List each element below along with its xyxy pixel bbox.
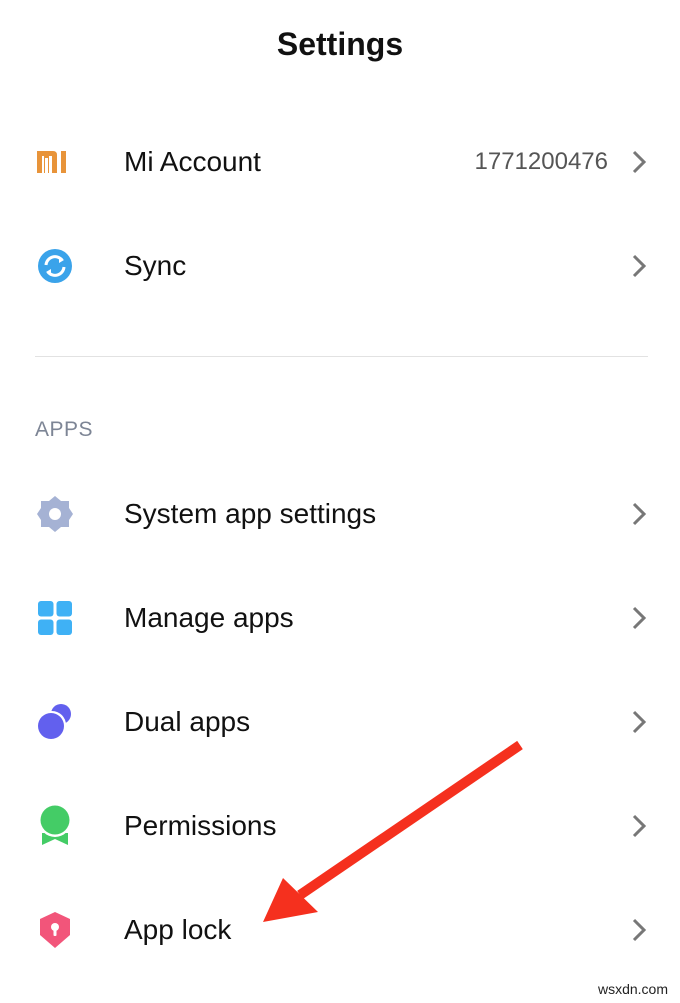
system-app-settings-label: System app settings [124,498,377,529]
chevron-right-icon [632,254,647,278]
app-lock-row[interactable]: App lock [0,878,680,982]
dual-apps-row[interactable]: Dual apps [0,670,680,774]
system-app-settings-row[interactable]: System app settings [0,462,680,566]
dual-circles-icon [35,702,75,742]
mi-account-row[interactable]: Mi Account 1771200476 [0,110,680,214]
chevron-right-icon [632,918,647,942]
grid-icon [35,598,75,638]
section-divider [35,356,648,357]
sync-row[interactable]: Sync [0,214,680,318]
gear-icon [35,494,75,534]
manage-apps-row[interactable]: Manage apps [0,566,680,670]
mi-logo-icon [35,142,75,182]
apps-section-heading: APPS [35,418,94,441]
app-lock-label: App lock [124,914,232,945]
chevron-right-icon [632,150,647,174]
permissions-row[interactable]: Permissions [0,774,680,878]
permissions-label: Permissions [124,810,277,841]
page-title: Settings [276,26,404,62]
watermark: wsxdn.com [597,981,668,997]
sync-label: Sync [124,250,187,281]
manage-apps-label: Manage apps [124,602,294,633]
mi-account-id: 1771200476 [474,148,608,175]
chevron-right-icon [632,606,647,630]
badge-icon [35,805,75,846]
chevron-right-icon [632,814,647,838]
chevron-right-icon [632,502,647,526]
mi-account-label: Mi Account [124,146,261,177]
chevron-right-icon [632,710,647,734]
shield-lock-icon [35,910,75,950]
dual-apps-label: Dual apps [124,706,251,737]
sync-icon [35,246,75,286]
